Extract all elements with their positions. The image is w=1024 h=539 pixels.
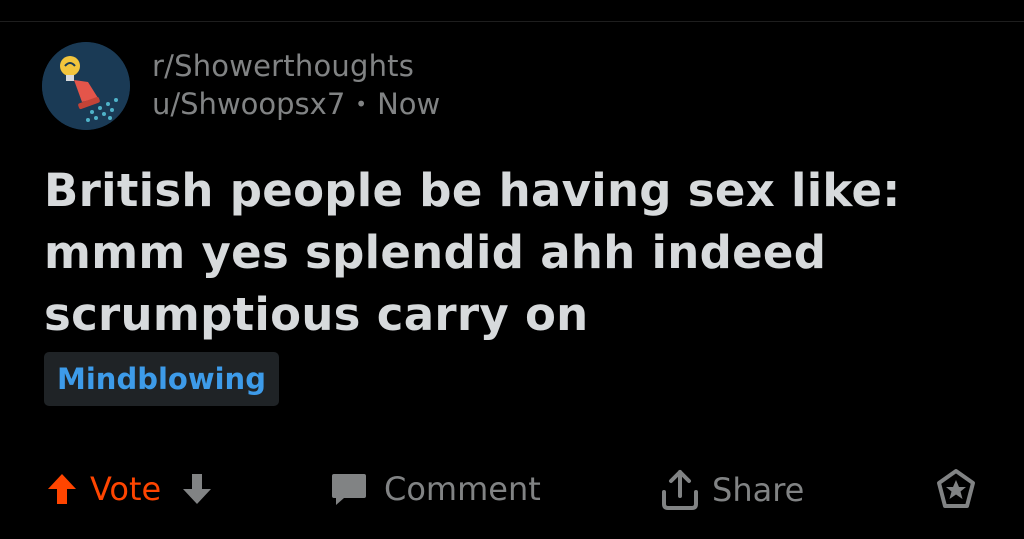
- post-title[interactable]: British people be having sex like: mmm y…: [44, 160, 1004, 346]
- share-button[interactable]: Share: [660, 468, 804, 512]
- post-header: r/Showerthoughts u/Shwoopsx7 • Now: [42, 42, 440, 130]
- arrow-up-icon[interactable]: [46, 472, 78, 506]
- vote-group: Vote: [46, 470, 213, 508]
- subreddit-name[interactable]: r/Showerthoughts: [152, 48, 440, 84]
- top-divider: [0, 21, 1024, 22]
- username[interactable]: u/Shwoopsx7: [152, 84, 345, 124]
- shower-lightbulb-icon: [42, 42, 130, 130]
- vote-label: Vote: [90, 470, 162, 508]
- award-icon: [934, 468, 978, 512]
- speech-bubble-icon: [330, 471, 368, 507]
- post-flair[interactable]: Mindblowing: [44, 352, 279, 406]
- share-label: Share: [712, 471, 805, 509]
- comment-button[interactable]: Comment: [330, 470, 541, 508]
- action-bar: Vote Comment Share: [0, 466, 1024, 516]
- post-meta: r/Showerthoughts u/Shwoopsx7 • Now: [152, 48, 440, 124]
- arrow-down-icon[interactable]: [181, 472, 213, 506]
- share-upload-icon: [660, 468, 700, 512]
- award-button[interactable]: [934, 468, 978, 512]
- meta-separator: •: [355, 92, 368, 116]
- timestamp: Now: [377, 87, 441, 121]
- comment-label: Comment: [384, 470, 541, 508]
- user-line: u/Shwoopsx7 • Now: [152, 84, 440, 124]
- subreddit-avatar[interactable]: [42, 42, 130, 130]
